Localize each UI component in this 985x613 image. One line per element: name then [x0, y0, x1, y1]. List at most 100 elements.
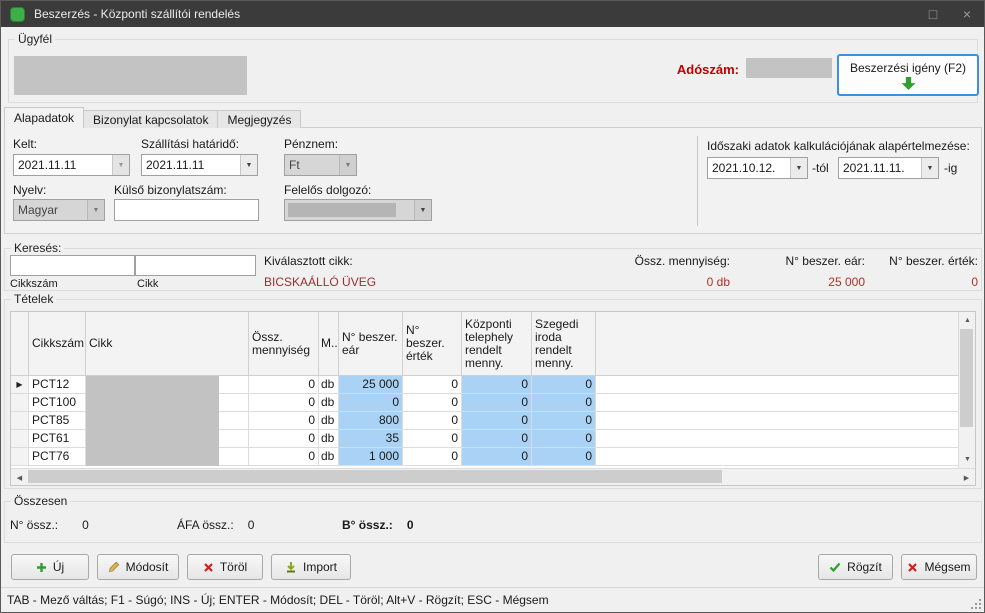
dropdown-arrow-icon[interactable]: ▼: [790, 158, 807, 178]
horizontal-scrollbar-thumb[interactable]: [28, 470, 722, 483]
cell-me[interactable]: db: [319, 412, 339, 430]
cell-ossz[interactable]: 0: [249, 448, 319, 466]
cell-szegedi[interactable]: 0: [532, 394, 596, 412]
cell-ossz[interactable]: 0: [249, 430, 319, 448]
cell-cikkszam[interactable]: PCT76: [29, 448, 86, 466]
cell-filler: [596, 448, 958, 466]
cell-kozponti[interactable]: 0: [462, 448, 532, 466]
search-cikk-input[interactable]: [135, 255, 256, 276]
selected-row-marker-icon: ▶: [16, 380, 22, 389]
cell-ertek[interactable]: 0: [403, 412, 462, 430]
cancel-button[interactable]: Mégsem: [901, 554, 977, 580]
cell-ossz[interactable]: 0: [249, 412, 319, 430]
modify-button[interactable]: Módosít: [97, 554, 179, 580]
table-row[interactable]: PCT100 0 db 0 0 0 0: [11, 394, 958, 412]
header-ossz-mennyiseg[interactable]: Össz. mennyiség: [249, 312, 319, 376]
cell-szegedi[interactable]: 0: [532, 412, 596, 430]
header-cikkszam[interactable]: Cikkszám: [29, 312, 86, 376]
idoszaki-to-date-field[interactable]: 2021.11.11. ▼: [838, 157, 939, 179]
cell-filler: [596, 394, 958, 412]
cell-cikk[interactable]: [86, 448, 249, 466]
purchase-request-button[interactable]: Beszerzési igény (F2): [837, 54, 979, 96]
cell-ear[interactable]: 25 000: [339, 376, 403, 394]
cell-ertek[interactable]: 0: [403, 430, 462, 448]
total-value-value: 0: [873, 275, 978, 289]
total-unit-price-value: 25 000: [740, 275, 865, 289]
header-beszer-ear[interactable]: N° beszer. eár: [339, 312, 403, 376]
scroll-up-icon[interactable]: ▲: [959, 312, 976, 329]
cell-cikk[interactable]: [86, 376, 249, 394]
search-cikk-caption: Cikk: [137, 278, 158, 290]
cell-cikk[interactable]: [86, 412, 249, 430]
close-button[interactable]: ×: [950, 1, 984, 27]
tab-bizonylat-kapcsolatok[interactable]: Bizonylat kapcsolatok: [83, 110, 218, 128]
kulso-bizonylatszam-input[interactable]: [114, 199, 259, 221]
table-row[interactable]: PCT76 0 db 1 000 0 0 0: [11, 448, 958, 466]
cell-kozponti[interactable]: 0: [462, 430, 532, 448]
redacted-cell: [86, 376, 219, 394]
cell-ertek[interactable]: 0: [403, 376, 462, 394]
cell-me[interactable]: db: [319, 430, 339, 448]
table-row[interactable]: ▶ PCT12 0 db 25 000 0 0 0: [11, 376, 958, 394]
table-row[interactable]: PCT85 0 db 800 0 0 0: [11, 412, 958, 430]
szallitasi-date-field[interactable]: 2021.11.11 ▼: [141, 154, 258, 176]
app-icon: [10, 7, 25, 22]
cell-me[interactable]: db: [319, 448, 339, 466]
tab-alapadatok[interactable]: Alapadatok: [4, 107, 84, 128]
cell-ear[interactable]: 1 000: [339, 448, 403, 466]
cell-ossz[interactable]: 0: [249, 394, 319, 412]
vertical-scrollbar-thumb[interactable]: [960, 329, 973, 427]
header-kozponti[interactable]: Központi telephely rendelt menny.: [462, 312, 532, 376]
header-me[interactable]: M..: [319, 312, 339, 376]
delete-button[interactable]: Töröl: [187, 554, 263, 580]
cell-szegedi[interactable]: 0: [532, 448, 596, 466]
window-title: Beszerzés - Központi szállítói rendelés: [34, 7, 240, 21]
header-cikk[interactable]: Cikk: [86, 312, 249, 376]
cell-ear[interactable]: 35: [339, 430, 403, 448]
import-button[interactable]: Import: [271, 554, 351, 580]
scroll-down-icon[interactable]: ▼: [959, 451, 976, 468]
new-button[interactable]: Új: [11, 554, 89, 580]
vertical-scrollbar[interactable]: ▲ ▼: [958, 312, 975, 468]
cell-szegedi[interactable]: 0: [532, 376, 596, 394]
scroll-left-icon[interactable]: ◀: [11, 469, 28, 486]
cell-cikk[interactable]: [86, 430, 249, 448]
cell-cikk[interactable]: [86, 394, 249, 412]
cell-me[interactable]: db: [319, 394, 339, 412]
cell-ear[interactable]: 0: [339, 394, 403, 412]
plus-icon: [36, 562, 47, 573]
cell-me[interactable]: db: [319, 376, 339, 394]
dropdown-arrow-icon[interactable]: ▼: [240, 155, 257, 175]
cell-ear[interactable]: 800: [339, 412, 403, 430]
cell-kozponti[interactable]: 0: [462, 412, 532, 430]
cell-ertek[interactable]: 0: [403, 448, 462, 466]
idoszaki-from-date-field[interactable]: 2021.10.12. ▼: [707, 157, 808, 179]
cell-ossz[interactable]: 0: [249, 376, 319, 394]
header-beszer-ertek[interactable]: N° beszer. érték: [403, 312, 462, 376]
cell-szegedi[interactable]: 0: [532, 430, 596, 448]
kelt-date-field[interactable]: 2021.11.11 ▼: [13, 154, 130, 176]
cell-kozponti[interactable]: 0: [462, 394, 532, 412]
cell-cikkszam[interactable]: PCT85: [29, 412, 86, 430]
header-filler: [596, 312, 958, 376]
dropdown-arrow-icon[interactable]: ▼: [921, 158, 938, 178]
horizontal-scrollbar[interactable]: ◀ ▶: [11, 468, 975, 485]
cell-cikkszam[interactable]: PCT12: [29, 376, 86, 394]
dropdown-arrow-icon: ▼: [87, 200, 104, 220]
tax-number-label: Adószám:: [609, 62, 739, 77]
cell-cikkszam[interactable]: PCT61: [29, 430, 86, 448]
scroll-right-icon[interactable]: ▶: [958, 469, 975, 486]
cell-cikkszam[interactable]: PCT100: [29, 394, 86, 412]
titlebar[interactable]: Beszerzés - Központi szállítói rendelés …: [1, 1, 984, 27]
resize-grip-icon[interactable]: [971, 599, 981, 609]
search-cikkszam-input[interactable]: [10, 255, 135, 276]
tab-label: Megjegyzés: [227, 113, 291, 127]
cell-ertek[interactable]: 0: [403, 394, 462, 412]
cell-kozponti[interactable]: 0: [462, 376, 532, 394]
table-row[interactable]: PCT61 0 db 35 0 0 0: [11, 430, 958, 448]
header-szegedi[interactable]: Szegedi iroda rendelt menny.: [532, 312, 596, 376]
tab-megjegyzes[interactable]: Megjegyzés: [217, 110, 301, 128]
dropdown-arrow-icon[interactable]: ▼: [112, 155, 129, 175]
save-button[interactable]: Rögzít: [818, 554, 893, 580]
maximize-button[interactable]: □: [916, 1, 950, 27]
